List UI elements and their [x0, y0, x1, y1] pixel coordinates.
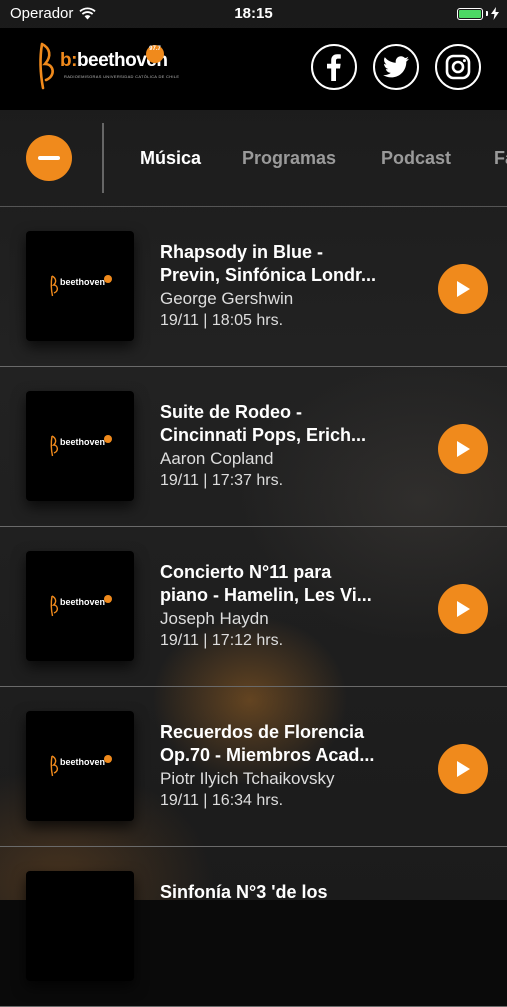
tab-podcast[interactable]: Podcast — [381, 148, 451, 169]
track-artist: Piotr Ilyich Tchaikovsky — [160, 769, 335, 788]
track-thumbnail: beethoven — [26, 711, 134, 821]
play-icon — [457, 441, 470, 457]
clef-icon — [39, 42, 54, 90]
twitter-icon — [383, 56, 409, 78]
track-title: Suite de Rodeo - Cincinnati Pops, Erich.… — [160, 402, 367, 445]
list-item[interactable]: beethoven Recuerdos de Florencia Op.70 -… — [0, 687, 507, 847]
track-date: 19/11 | 18:05 hrs. — [160, 312, 284, 329]
play-icon — [457, 761, 470, 777]
play-button[interactable] — [438, 424, 488, 474]
track-title: Rhapsody in Blue - Previn, Sinfónica Lon… — [160, 242, 377, 285]
list-item[interactable]: beethoven Suite de Rodeo - Cincinnati Po… — [0, 367, 507, 527]
track-title: Concierto N°11 para piano - Hamelin, Les… — [160, 562, 372, 605]
track-artist: Joseph Haydn — [160, 609, 269, 628]
track-info: Sinfonía N°3 'de los — [160, 881, 410, 904]
facebook-icon — [327, 54, 341, 81]
instagram-icon — [445, 54, 471, 80]
status-bar: Operador 18:15 — [0, 0, 507, 28]
track-title: Recuerdos de Florencia Op.70 - Miembros … — [160, 722, 375, 765]
track-info: Suite de Rodeo - Cincinnati Pops, Erich.… — [160, 401, 410, 492]
status-time: 18:15 — [234, 5, 273, 22]
battery-icon — [457, 7, 483, 20]
track-date: 19/11 | 17:37 hrs. — [160, 472, 284, 489]
minus-icon — [38, 156, 60, 160]
track-date: 19/11 | 16:34 hrs. — [160, 792, 284, 809]
track-info: Rhapsody in Blue - Previn, Sinfónica Lon… — [160, 241, 410, 332]
category-tabs: Música Programas Podcast Fa — [0, 110, 507, 207]
track-artist: George Gershwin — [160, 289, 294, 308]
charging-icon — [491, 7, 499, 20]
track-thumbnail: beethoven — [26, 231, 134, 341]
track-thumbnail: beethoven — [26, 391, 134, 501]
app-header: b:beethoven 97.7 RADIOEMISORAS UNIVERSID… — [0, 28, 507, 110]
list-item[interactable]: beethoven Concierto N°11 para piano - Ha… — [0, 527, 507, 687]
facebook-button[interactable] — [311, 44, 357, 90]
list-item[interactable]: beethoven Rhapsody in Blue - Previn, Sin… — [0, 207, 507, 367]
play-button[interactable] — [438, 744, 488, 794]
logo-tagline: RADIOEMISORAS UNIVERSIDAD CATÓLICA DE CH… — [64, 74, 180, 79]
tab-partial[interactable]: Fa — [494, 148, 507, 169]
track-thumbnail — [26, 871, 134, 981]
track-info: Recuerdos de Florencia Op.70 - Miembros … — [160, 721, 410, 812]
tab-programas[interactable]: Programas — [242, 148, 336, 169]
list-item[interactable]: Sinfonía N°3 'de los — [0, 847, 507, 1007]
instagram-button[interactable] — [435, 44, 481, 90]
battery-group — [457, 7, 499, 20]
logo-frequency-badge: 97.7 — [146, 45, 164, 63]
track-date: 19/11 | 17:12 hrs. — [160, 632, 284, 649]
track-title: Sinfonía N°3 'de los — [160, 882, 328, 902]
menu-toggle-button[interactable] — [26, 135, 72, 181]
track-info: Concierto N°11 para piano - Hamelin, Les… — [160, 561, 410, 652]
twitter-button[interactable] — [373, 44, 419, 90]
play-icon — [457, 601, 470, 617]
thumbnail-logo: beethoven — [48, 595, 118, 617]
tab-musica[interactable]: Música — [140, 148, 201, 169]
play-button[interactable] — [438, 264, 488, 314]
play-button[interactable] — [438, 584, 488, 634]
play-icon — [457, 281, 470, 297]
track-artist: Aaron Copland — [160, 449, 274, 468]
thumbnail-logo: beethoven — [48, 755, 118, 777]
track-list: beethoven Rhapsody in Blue - Previn, Sin… — [0, 207, 507, 1007]
track-thumbnail: beethoven — [26, 551, 134, 661]
beethoven-logo[interactable]: b:beethoven 97.7 RADIOEMISORAS UNIVERSID… — [34, 42, 179, 92]
thumbnail-logo: beethoven — [48, 275, 118, 297]
tabs-divider — [102, 123, 104, 193]
thumbnail-logo: beethoven — [48, 435, 118, 457]
